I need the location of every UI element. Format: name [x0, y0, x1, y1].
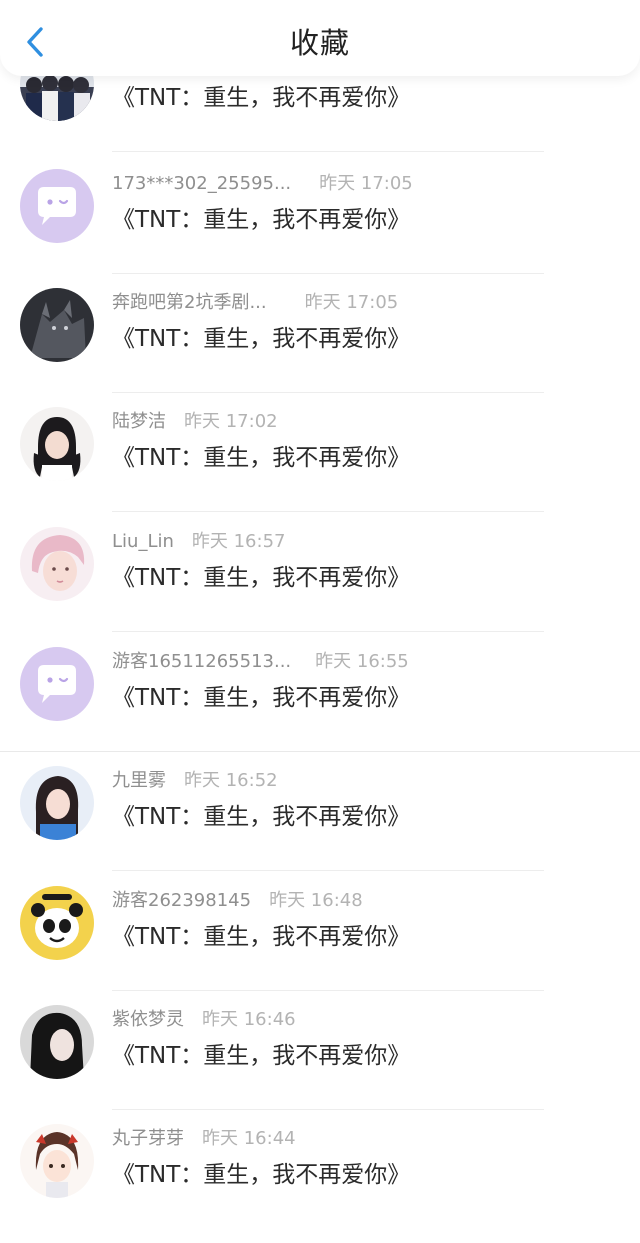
item-meta: 奔跑吧第2坑季剧... 昨天 17:05 [112, 288, 398, 316]
divider [112, 273, 544, 274]
divider [112, 990, 544, 991]
girl-portrait-icon [20, 766, 94, 840]
username[interactable]: 紫依梦灵 [112, 1005, 184, 1031]
username[interactable]: 陆梦洁 [112, 407, 166, 433]
timestamp: 昨天 17:02 [184, 411, 278, 432]
list-item[interactable]: 紫依梦灵 昨天 16:46 《TNT：重生，我不再爱你》 [0, 1005, 640, 1124]
avatar[interactable] [20, 647, 94, 721]
top-bar: 收藏 [0, 0, 640, 76]
username[interactable]: 游客16511265513... [112, 647, 291, 673]
panda-meme-icon [20, 886, 94, 960]
timestamp: 昨天 16:57 [191, 531, 286, 552]
item-meta: 丸子芽芽 昨天 16:44 [112, 1124, 296, 1152]
message-text: 《TNT：重生，我不再爱你》 [112, 804, 411, 830]
item-meta: 九里雾 昨天 16:52 [112, 766, 278, 794]
pink-hair-portrait-icon [20, 527, 94, 601]
item-meta: 游客16511265513... 昨天 16:55 [112, 647, 409, 675]
message-text: 《TNT：重生，我不再爱你》 [112, 1043, 411, 1069]
avatar[interactable] [20, 527, 94, 601]
item-meta: 紫依梦灵 昨天 16:46 [112, 1005, 296, 1033]
list-item[interactable]: 奔跑吧第2坑季剧... 昨天 17:05 《TNT：重生，我不再爱你》 [0, 288, 640, 407]
list-item[interactable]: 游客16511265513... 昨天 16:55 《TNT：重生，我不再爱你》 [0, 647, 640, 766]
item-meta: 陆梦洁 昨天 17:02 [112, 407, 278, 435]
username[interactable]: 173***302_25595... [112, 173, 291, 194]
divider [112, 1109, 544, 1110]
message-text: 《TNT：重生，我不再爱你》 [112, 445, 411, 471]
list-item[interactable]: 九里雾 昨天 16:52 《TNT：重生，我不再爱你》 [0, 766, 640, 885]
anime-girl-icon [20, 1124, 94, 1198]
wolf-icon [20, 288, 94, 362]
chat-bubble-icon [20, 169, 94, 243]
timestamp: 昨天 16:46 [202, 1009, 296, 1030]
username[interactable]: 游客262398145 [112, 886, 251, 912]
timestamp: 昨天 17:05 [319, 173, 413, 194]
divider [112, 392, 544, 393]
item-meta: 173***302_25595... 昨天 17:05 [112, 169, 413, 197]
username[interactable]: 九里雾 [112, 766, 166, 792]
page-title: 收藏 [289, 26, 350, 60]
timestamp: 昨天 17:05 [304, 292, 399, 313]
dark-hair-portrait-icon [20, 1005, 94, 1079]
message-text: 《TNT：重生，我不再爱你》 [112, 1162, 411, 1188]
username[interactable]: 奔跑吧第2坑季剧... [112, 288, 267, 314]
avatar[interactable] [20, 288, 94, 362]
divider [112, 870, 544, 871]
chat-bubble-icon [20, 647, 94, 721]
timestamp: 昨天 16:52 [184, 770, 278, 791]
username[interactable]: 丸子芽芽 [112, 1124, 184, 1150]
item-meta: Liu_Lin 昨天 16:57 [112, 527, 285, 555]
message-text: 《TNT：重生，我不再爱你》 [112, 207, 411, 233]
divider [0, 751, 640, 752]
timestamp: 昨天 16:44 [202, 1128, 296, 1149]
list-item[interactable]: 173***302_25595... 昨天 17:05 《TNT：重生，我不再爱你… [0, 169, 640, 288]
timestamp: 昨天 16:48 [269, 890, 363, 911]
girl-portrait-icon [20, 407, 94, 481]
message-text: 《TNT：重生，我不再爱你》 [112, 685, 411, 711]
avatar[interactable] [20, 766, 94, 840]
divider [112, 151, 544, 152]
message-text: 《TNT：重生，我不再爱你》 [112, 565, 411, 591]
list-item[interactable]: 游客262398145 昨天 16:48 《TNT：重生，我不再爱你》 [0, 886, 640, 1005]
avatar[interactable] [20, 1005, 94, 1079]
message-text: 《TNT：重生，我不再爱你》 [112, 85, 411, 111]
message-text: 《TNT：重生，我不再爱你》 [112, 924, 411, 950]
list-item[interactable]: 陆梦洁 昨天 17:02 《TNT：重生，我不再爱你》 [0, 407, 640, 526]
username[interactable]: Liu_Lin [112, 531, 174, 552]
item-meta: 游客262398145 昨天 16:48 [112, 886, 363, 914]
avatar[interactable] [20, 886, 94, 960]
message-text: 《TNT：重生，我不再爱你》 [112, 326, 411, 352]
avatar[interactable] [20, 169, 94, 243]
list-item[interactable]: Liu_Lin 昨天 16:57 《TNT：重生，我不再爱你》 [0, 527, 640, 646]
divider [112, 631, 544, 632]
avatar[interactable] [20, 407, 94, 481]
timestamp: 昨天 16:55 [315, 651, 409, 672]
divider [112, 511, 544, 512]
list-item[interactable]: 丸子芽芽 昨天 16:44 《TNT：重生，我不再爱你》 [0, 1124, 640, 1243]
avatar[interactable] [20, 1124, 94, 1198]
